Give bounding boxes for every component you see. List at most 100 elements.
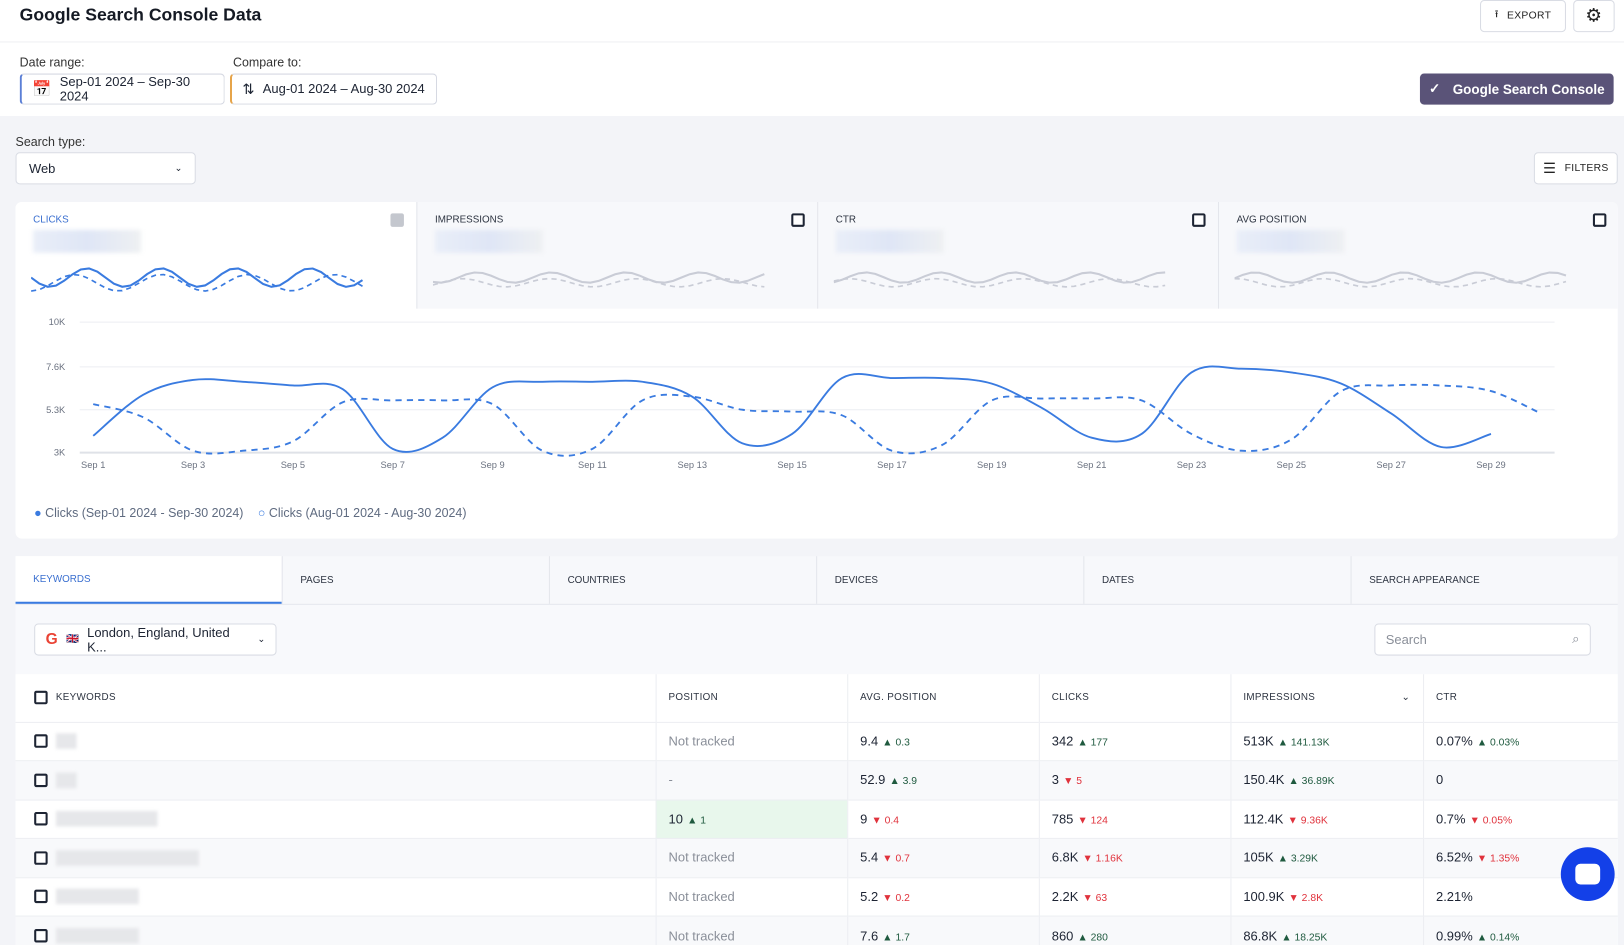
google-logo-icon: G [45, 630, 58, 649]
metric-card-clicks[interactable]: CLICKS [15, 201, 417, 309]
metric-checkbox[interactable] [1592, 213, 1607, 227]
y-tick-label: 7.6K [46, 362, 66, 372]
series-line-current [92, 365, 1492, 453]
date-range-picker[interactable]: 📅 Sep-01 2024 – Sep-30 2024 [19, 73, 225, 105]
y-tick-label: 3K [54, 448, 66, 458]
upload-icon: ⭱ [1494, 9, 1499, 21]
tab-dates[interactable]: DATES [1083, 556, 1350, 604]
location-select[interactable]: G 🇬🇧 London, England, United K... ⌄ [34, 623, 277, 656]
chat-bubble-icon [1575, 863, 1601, 885]
y-tick-label: 5.3K [46, 405, 66, 415]
sort-chevron-icon: ⌄ [1401, 692, 1411, 704]
metric-value-blurred [835, 229, 944, 253]
delta-down: ▼ 1.16K [1082, 853, 1123, 866]
google-search-console-button[interactable]: ✓ Google Search Console [1419, 73, 1614, 105]
tab-countries[interactable]: COUNTRIES [548, 556, 816, 604]
table-row[interactable]: Not tracked 7.6 ▲ 1.7 860 ▲ 280 86.8K ▲ 18.… [15, 915, 1618, 945]
compare-label: Compare to: [233, 54, 302, 70]
delta-up: ▲ 3.29K [1277, 853, 1318, 866]
filters-button[interactable]: ☰ FILTERS [1533, 152, 1618, 185]
x-tick-label: Sep 5 [281, 460, 305, 470]
column-header-keywords[interactable]: KEYWORDS [16, 674, 656, 722]
metric-checkbox[interactable] [1192, 213, 1206, 227]
keyword-blurred [55, 888, 139, 905]
row-checkbox[interactable] [34, 929, 48, 943]
gear-icon: ⚙ [1585, 5, 1603, 26]
x-tick-label: Sep 13 [678, 460, 708, 470]
column-header-clicks[interactable]: CLICKS [1038, 674, 1231, 722]
export-button[interactable]: ⭱ EXPORT [1480, 0, 1566, 33]
delta-up: ▲ 0.14% [1476, 931, 1520, 944]
keyword-blurred [55, 772, 77, 789]
table-row[interactable]: - 52.9 ▲ 3.9 3 ▼ 5 150.4K ▲ 36.89K 0 [15, 760, 1618, 800]
metric-value-blurred [434, 229, 543, 253]
chevron-down-icon: ⌄ [257, 633, 266, 645]
delta-down: ▼ 2.8K [1288, 892, 1323, 904]
delta-up: ▲ 3.9 [889, 775, 918, 788]
legend-item-current[interactable]: ● Clicks (Sep-01 2024 - Sep-30 2024) [34, 505, 243, 519]
keyword-search-input[interactable]: Search ⌕ [1374, 623, 1591, 656]
column-header-impressions[interactable]: IMPRESSIONS ⌄ [1229, 674, 1424, 722]
compare-range-picker[interactable]: ⇅ Aug-01 2024 – Aug-30 2024 [229, 73, 438, 105]
y-tick-label: 10K [49, 317, 66, 327]
delta-up: ▲ 1 [687, 814, 706, 827]
delta-up: ▲ 0.3 [882, 737, 910, 749]
search-type-label: Search type: [15, 134, 86, 150]
row-checkbox[interactable] [34, 890, 48, 904]
delta-down: ▼ 124 [1077, 814, 1108, 827]
chat-button[interactable] [1560, 847, 1615, 902]
metric-checkbox[interactable] [791, 213, 805, 227]
row-checkbox[interactable] [34, 851, 48, 865]
row-checkbox[interactable] [34, 812, 48, 826]
metric-sparkline [1234, 271, 1567, 288]
search-type-select[interactable]: Web ⌄ [15, 152, 196, 185]
x-tick-label: Sep 17 [877, 460, 907, 470]
delta-down: ▼ 63 [1082, 892, 1108, 904]
chevron-down-icon: ⌄ [174, 162, 183, 173]
table-row[interactable]: Not tracked 9.4 ▲ 0.3 342 ▲ 177 513K ▲ 141.… [15, 721, 1618, 761]
check-icon: ✓ [1428, 80, 1441, 97]
tab-keywords[interactable]: KEYWORDS [15, 556, 282, 604]
x-tick-label: Sep 1 [81, 460, 105, 470]
delta-down: ▼ 9.36K [1287, 814, 1328, 827]
x-tick-label: Sep 15 [777, 460, 807, 470]
x-tick-label: Sep 19 [977, 460, 1007, 470]
tab-bar: KEYWORDS PAGES COUNTRIES DEVICES DATES SEARCH… [15, 556, 1618, 605]
delta-down: ▼ 0.7 [882, 853, 910, 866]
x-tick-label: Sep 21 [1077, 460, 1107, 470]
divider [0, 41, 1624, 43]
x-tick-label: Sep 3 [181, 460, 205, 470]
tab-search-appearance[interactable]: SEARCH APPEARANCE [1350, 556, 1618, 604]
metric-value-blurred [33, 229, 141, 253]
table-row[interactable]: Not tracked 5.2 ▼ 0.2 2.2K ▼ 63 100.9K ▼ 2.… [15, 876, 1618, 917]
x-tick-label: Sep 9 [480, 460, 504, 470]
metric-checkbox[interactable] [390, 213, 404, 227]
x-tick-label: Sep 27 [1376, 460, 1406, 470]
chart-legend: ● Clicks (Sep-01 2024 - Sep-30 2024) ○ C… [34, 505, 466, 519]
legend-item-compare[interactable]: ○ Clicks (Aug-01 2024 - Aug-30 2024) [258, 505, 467, 519]
tab-pages[interactable]: PAGES [281, 556, 549, 604]
table-row[interactable]: 10 ▲ 1 9 ▼ 0.4 785 ▼ 124 112.4K ▼ 9.36K 0.7%… [15, 799, 1618, 839]
chart-card: CLICKS IMPRESSIONS CTR AVG POSITION 3K 5.… [15, 201, 1618, 539]
row-checkbox[interactable] [34, 734, 48, 749]
tab-devices[interactable]: DEVICES [816, 556, 1083, 604]
metric-card-impressions[interactable]: IMPRESSIONS [416, 201, 818, 309]
search-icon: ⌕ [1572, 631, 1580, 647]
uk-flag-icon: 🇬🇧 [65, 633, 79, 646]
table-row[interactable]: Not tracked 5.4 ▼ 0.7 6.8K ▼ 1.16K 105K ▲ 3… [15, 837, 1618, 878]
x-tick-label: Sep 7 [381, 460, 405, 470]
metric-card-avg-position[interactable]: AVG POSITION [1217, 201, 1618, 309]
metric-card-ctr[interactable]: CTR [817, 201, 1218, 309]
delta-up: ▲ 1.7 [882, 931, 910, 944]
delta-down: ▼ 5 [1063, 775, 1082, 788]
column-header-position[interactable]: POSITION [655, 674, 848, 722]
settings-button[interactable]: ⚙ [1573, 0, 1615, 33]
delta-down: ▼ 1.35% [1476, 853, 1520, 866]
delta-up: ▲ 36.89K [1288, 775, 1335, 788]
row-checkbox[interactable] [34, 773, 48, 787]
column-header-ctr[interactable]: CTR [1422, 674, 1618, 722]
column-header-avg-position[interactable]: AVG. POSITION [846, 674, 1039, 722]
keyword-blurred [55, 733, 77, 750]
select-all-checkbox[interactable] [34, 691, 48, 705]
delta-up: ▲ 0.03% [1476, 737, 1520, 749]
